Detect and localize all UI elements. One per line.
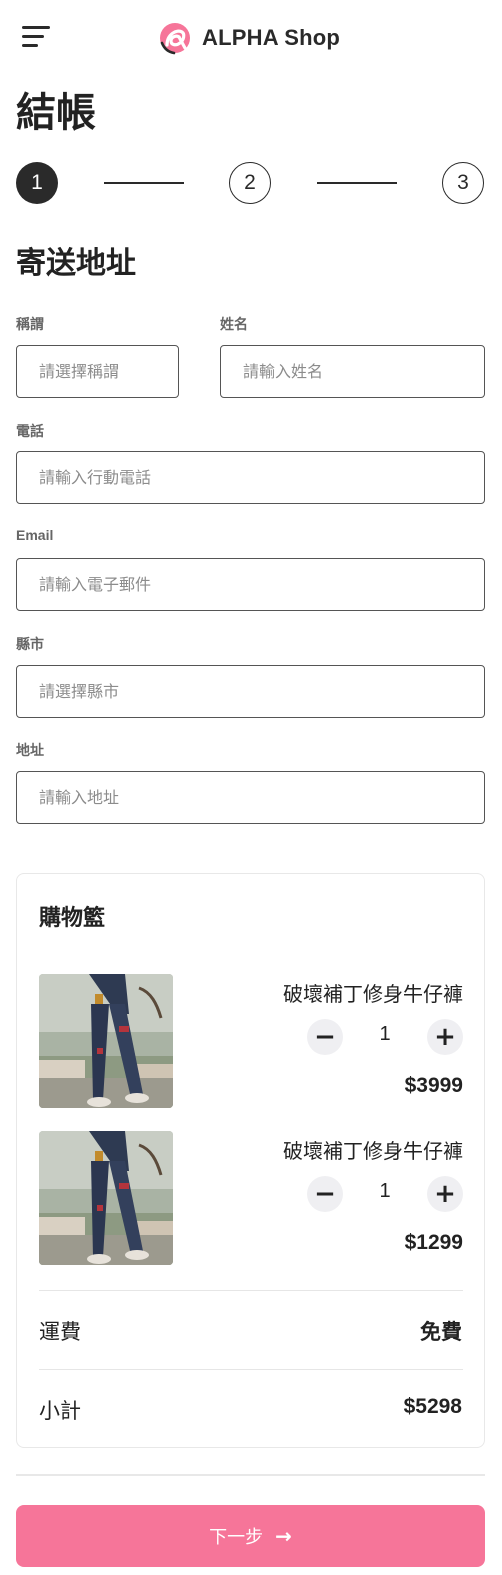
phone-label: 電話 <box>16 423 44 439</box>
cart-panel: 購物籃 破壞補丁修身牛仔褲 − 1 + $3999 破壞補丁修身牛仔褲 − 1 … <box>16 873 485 1448</box>
product-image <box>39 974 173 1108</box>
plus-icon[interactable]: + <box>427 1176 463 1212</box>
cart-item: 破壞補丁修身牛仔褲 − 1 + $1299 <box>39 1131 463 1265</box>
step-1: 1 <box>16 162 58 204</box>
minus-icon[interactable]: − <box>307 1176 343 1212</box>
salutation-input[interactable] <box>39 362 156 381</box>
hamburger-menu-icon[interactable] <box>22 26 50 48</box>
shipping-section-title: 寄送地址 <box>16 246 136 281</box>
salutation-select[interactable] <box>16 345 179 398</box>
header: ALPHA Shop <box>0 0 502 76</box>
plus-icon[interactable]: + <box>427 1019 463 1055</box>
alpha-logo-icon <box>160 23 190 55</box>
shipping-fee-value: 免費 <box>420 1320 462 1344</box>
checkout-page: ALPHA Shop 結帳 1 2 3 寄送地址 稱謂 姓名 電話 Email … <box>0 0 502 1575</box>
product-name: 破壞補丁修身牛仔褲 <box>283 1139 463 1163</box>
step-2: 2 <box>229 162 271 204</box>
salutation-label: 稱謂 <box>16 316 44 332</box>
address-label: 地址 <box>16 742 44 758</box>
step-connector <box>317 182 397 184</box>
name-label: 姓名 <box>220 316 248 332</box>
subtotal-label: 小計 <box>39 1399 81 1423</box>
product-image <box>39 1131 173 1265</box>
email-label: Email <box>16 527 54 543</box>
minus-icon[interactable]: − <box>307 1019 343 1055</box>
arrow-right-icon: → <box>275 1524 292 1548</box>
cart-title: 購物籃 <box>39 906 106 931</box>
quantity-stepper: − 1 + <box>307 1019 463 1055</box>
city-label: 縣市 <box>16 636 44 652</box>
brand-logo[interactable]: ALPHA Shop <box>158 20 340 56</box>
name-input[interactable] <box>243 362 462 381</box>
city-select[interactable] <box>16 665 485 718</box>
divider <box>39 1369 463 1370</box>
name-field[interactable] <box>220 345 485 398</box>
brand-name: ALPHA Shop <box>202 25 341 50</box>
product-name: 破壞補丁修身牛仔褲 <box>283 982 463 1006</box>
phone-input[interactable] <box>39 468 462 487</box>
divider <box>16 1474 485 1476</box>
shipping-fee-label: 運費 <box>39 1320 81 1344</box>
subtotal-value: $5298 <box>403 1395 462 1418</box>
email-field[interactable] <box>16 558 485 611</box>
quantity-value: 1 <box>379 1180 391 1202</box>
email-input[interactable] <box>39 575 462 594</box>
product-price: $3999 <box>404 1074 463 1097</box>
step-connector <box>104 182 184 184</box>
phone-field[interactable] <box>16 451 485 504</box>
divider <box>39 1290 463 1291</box>
city-input[interactable] <box>39 682 462 701</box>
address-input[interactable] <box>39 788 462 807</box>
quantity-stepper: − 1 + <box>307 1176 463 1212</box>
next-step-label: 下一步 <box>209 1527 264 1548</box>
checkout-stepper: 1 2 3 <box>16 162 486 206</box>
cart-item: 破壞補丁修身牛仔褲 − 1 + $3999 <box>39 974 463 1108</box>
product-price: $1299 <box>404 1231 463 1254</box>
next-step-button[interactable]: 下一步 → <box>16 1505 485 1567</box>
step-3: 3 <box>442 162 484 204</box>
address-field[interactable] <box>16 771 485 824</box>
page-title: 結帳 <box>16 90 96 136</box>
quantity-value: 1 <box>379 1023 391 1045</box>
